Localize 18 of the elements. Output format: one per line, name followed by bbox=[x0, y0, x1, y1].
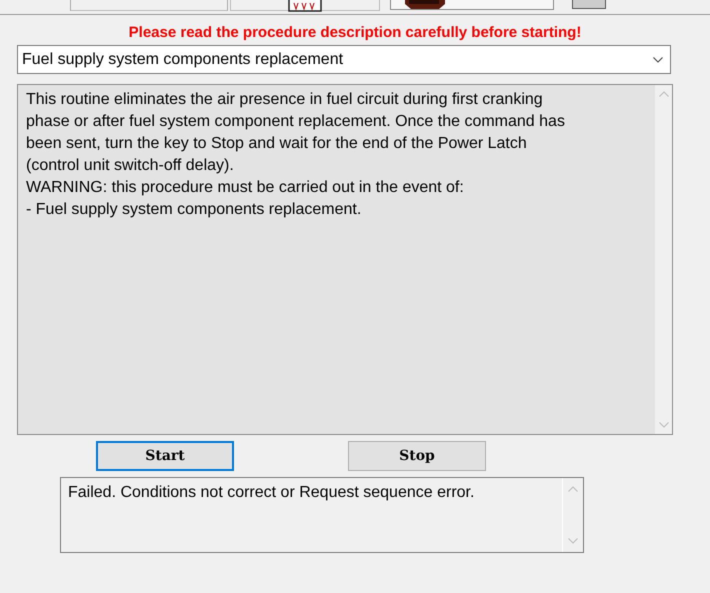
description-line: - Fuel supply system components replacement. bbox=[26, 200, 362, 220]
procedure-dropdown[interactable]: Fuel supply system components replacement bbox=[17, 45, 671, 74]
chevron-up-icon bbox=[568, 486, 578, 492]
description-line: phase or after fuel system component replacement. Once the command has bbox=[26, 112, 566, 132]
stop-button[interactable]: Stop bbox=[348, 441, 486, 471]
chevron-down-icon bbox=[653, 56, 663, 62]
start-button[interactable]: Start bbox=[96, 441, 234, 471]
chevron-up-icon bbox=[658, 91, 668, 97]
scrollbar[interactable] bbox=[655, 85, 672, 434]
description-line: This routine eliminates the air presence in fuel circuit during first cranking bbox=[26, 90, 544, 110]
description-line: WARNING: this procedure must be carried out in the event of: bbox=[26, 178, 465, 198]
result-message: Failed. Conditions not correct or Request sequence error. bbox=[67, 483, 476, 503]
description-line: (control unit switch-off delay). bbox=[26, 156, 235, 176]
chart-icon bbox=[288, 0, 322, 12]
description-line: been sent, turn the key to Stop and wait for the end of the Power Latch bbox=[26, 134, 528, 154]
chevron-down-icon bbox=[658, 422, 668, 428]
warning-message: Please read the procedure description carefully before starting! bbox=[128, 24, 582, 42]
chevron-down-icon bbox=[568, 538, 578, 544]
